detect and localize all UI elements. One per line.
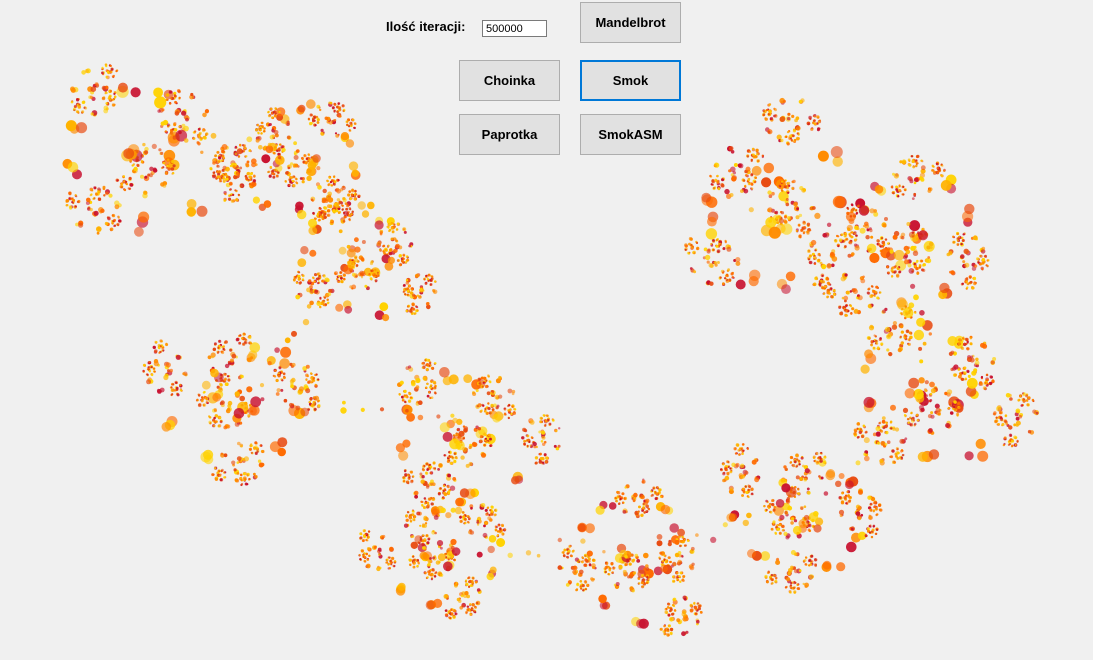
smok-button[interactable]: Smok: [580, 60, 681, 101]
choinka-button[interactable]: Choinka: [459, 60, 560, 101]
mandelbrot-button[interactable]: Mandelbrot: [580, 2, 681, 43]
iterations-input[interactable]: [482, 20, 547, 37]
fractal-app-window: Ilość iteracji: Mandelbrot Choinka Smok …: [0, 0, 1093, 660]
iterations-label: Ilość iteracji:: [386, 19, 466, 34]
paprotka-button[interactable]: Paprotka: [459, 114, 560, 155]
smokasm-button[interactable]: SmokASM: [580, 114, 681, 155]
